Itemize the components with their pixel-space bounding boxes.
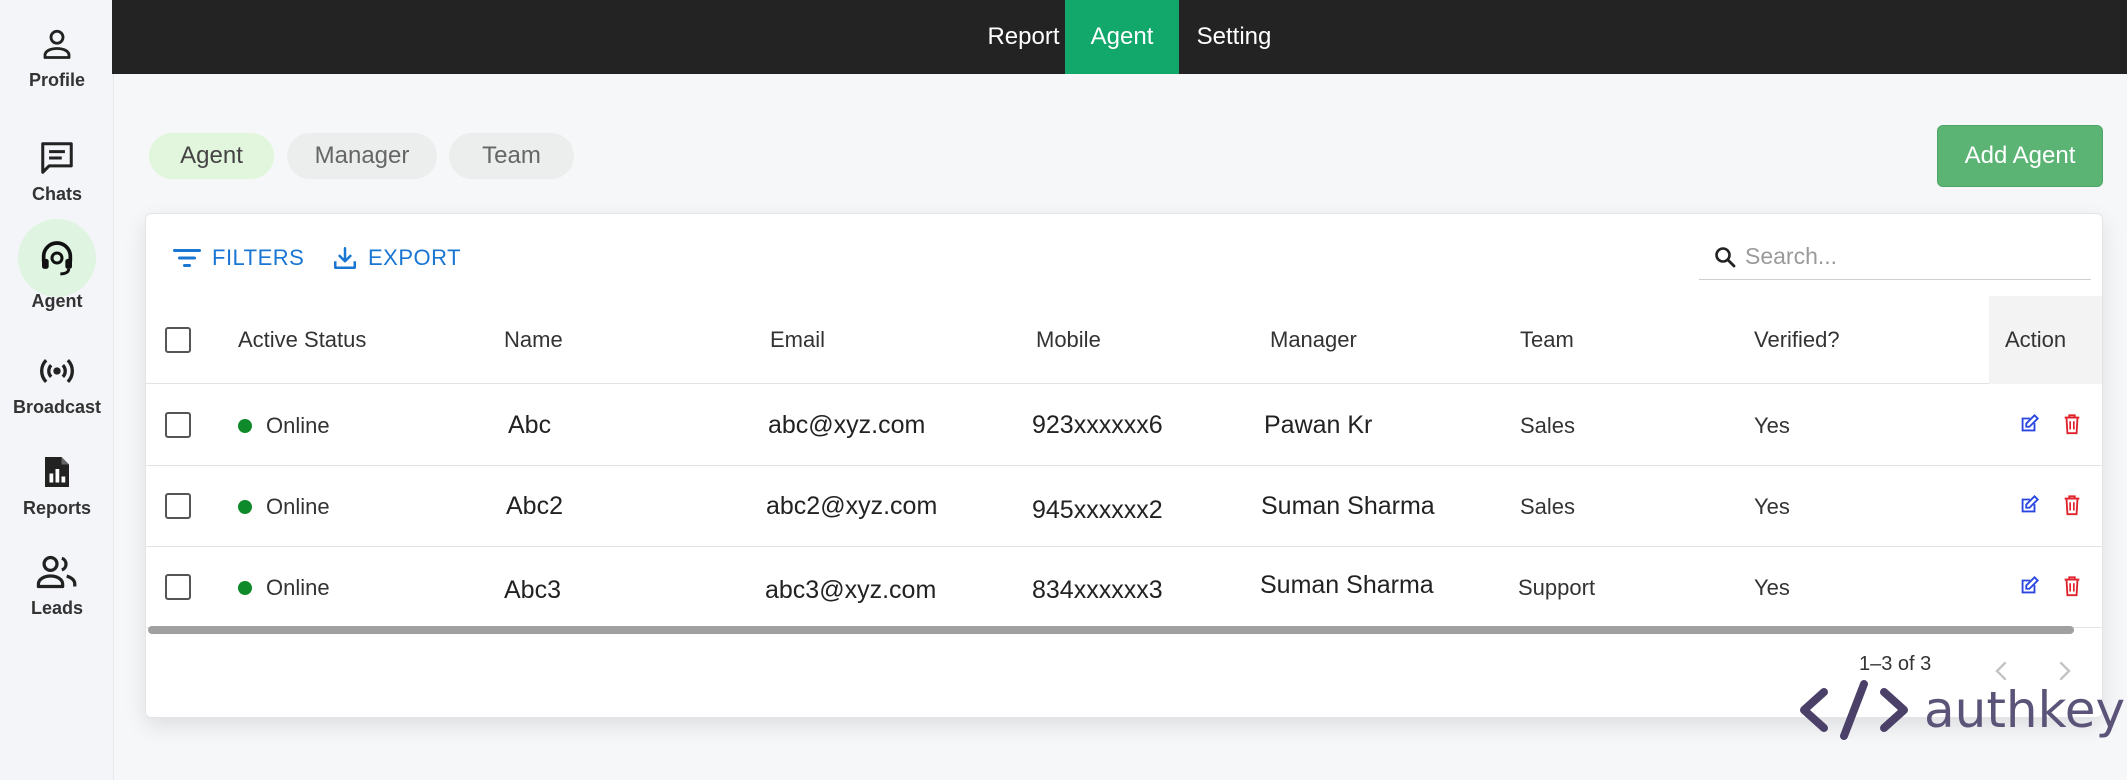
table-row: Online Abc2 abc2@xyz.com 945xxxxxx2 Suma… bbox=[146, 466, 2102, 547]
status-text: Online bbox=[266, 412, 330, 438]
column-header-active-status[interactable]: Active Status bbox=[238, 296, 366, 384]
verified-cell: Yes bbox=[1754, 574, 1790, 600]
status-text: Online bbox=[266, 493, 330, 519]
headset-icon bbox=[18, 219, 96, 297]
sidebar-item-label: Profile bbox=[28, 70, 85, 90]
export-button[interactable]: EXPORT bbox=[332, 240, 461, 276]
name-cell: Abc bbox=[508, 411, 552, 439]
sidebar-item-label: Chats bbox=[31, 184, 82, 204]
search-field bbox=[1699, 234, 2091, 280]
horizontal-scrollbar[interactable] bbox=[148, 626, 2074, 634]
sidebar-item-label: Reports bbox=[22, 498, 91, 518]
status-cell: Online bbox=[238, 385, 330, 466]
people-icon bbox=[33, 548, 81, 596]
previous-page-icon[interactable] bbox=[1993, 660, 2009, 682]
column-header-mobile[interactable]: Mobile bbox=[1036, 296, 1101, 384]
mobile-cell: 834xxxxxx3 bbox=[1032, 576, 1163, 604]
sidebar-item-broadcast[interactable]: Broadcast bbox=[0, 347, 114, 418]
row-checkbox[interactable] bbox=[165, 412, 191, 438]
sidebar-item-label: Broadcast bbox=[12, 397, 102, 417]
manager-cell: Suman Sharma bbox=[1260, 571, 1434, 599]
export-label: EXPORT bbox=[368, 245, 462, 270]
team-cell: Support bbox=[1518, 574, 1596, 600]
edit-icon[interactable] bbox=[2018, 575, 2040, 597]
sidebar-item-agent[interactable]: Agent bbox=[0, 219, 114, 312]
verified-cell: Yes bbox=[1754, 493, 1790, 519]
pagination-info: 1–3 of 3 bbox=[1859, 653, 1932, 675]
sidebar-item-chats[interactable]: Chats bbox=[0, 134, 114, 205]
online-status-dot bbox=[238, 418, 252, 433]
subtab-agent[interactable]: Agent bbox=[149, 133, 274, 179]
add-agent-button[interactable]: Add Agent bbox=[1937, 125, 2103, 187]
edit-icon[interactable] bbox=[2018, 413, 2040, 435]
person-icon bbox=[33, 20, 81, 68]
row-checkbox[interactable] bbox=[165, 574, 191, 600]
filters-label: FILTERS bbox=[212, 245, 305, 270]
download-icon bbox=[332, 245, 368, 271]
logo-text: authkey bbox=[1924, 681, 2126, 739]
online-status-dot bbox=[238, 580, 252, 595]
column-header-action: Action bbox=[1989, 296, 2102, 384]
code-brackets-icon bbox=[1798, 680, 1910, 740]
search-icon bbox=[1713, 245, 1737, 269]
delete-icon[interactable] bbox=[2062, 575, 2082, 597]
delete-icon[interactable] bbox=[2062, 494, 2082, 516]
name-cell: Abc2 bbox=[506, 492, 563, 520]
status-cell: Online bbox=[238, 466, 330, 547]
sidebar-item-reports[interactable]: Reports bbox=[0, 448, 114, 519]
select-all-checkbox[interactable] bbox=[165, 327, 191, 353]
subtab-team[interactable]: Team bbox=[449, 133, 574, 179]
column-header-name[interactable]: Name bbox=[504, 296, 563, 384]
mobile-cell: 945xxxxxx2 bbox=[1032, 496, 1163, 524]
tab-agent[interactable]: Agent bbox=[1065, 0, 1179, 74]
mobile-cell: 923xxxxxx6 bbox=[1032, 411, 1163, 439]
column-header-verified[interactable]: Verified? bbox=[1754, 296, 1840, 384]
delete-icon[interactable] bbox=[2062, 413, 2082, 435]
email-cell: abc@xyz.com bbox=[768, 411, 926, 439]
edit-icon[interactable] bbox=[2018, 494, 2040, 516]
agent-table-card: FILTERS EXPORT Active Status Name Email … bbox=[145, 213, 2103, 718]
next-page-icon[interactable] bbox=[2057, 660, 2073, 682]
row-checkbox[interactable] bbox=[165, 493, 191, 519]
sidebar: Profile Chats Agent Broadcast Reports Le… bbox=[0, 0, 114, 780]
online-status-dot bbox=[238, 499, 252, 514]
status-cell: Online bbox=[238, 547, 330, 628]
team-cell: Sales bbox=[1520, 493, 1576, 519]
filters-button[interactable]: FILTERS bbox=[172, 240, 304, 276]
chat-icon bbox=[33, 134, 81, 182]
search-input[interactable] bbox=[1745, 243, 2085, 270]
table-row: Online Abc abc@xyz.com 923xxxxxx6 Pawan … bbox=[146, 385, 2102, 466]
table-row: Online Abc3 abc3@xyz.com 834xxxxxx3 Suma… bbox=[146, 547, 2102, 628]
manager-cell: Pawan Kr bbox=[1264, 411, 1373, 439]
filter-icon bbox=[172, 245, 212, 271]
sidebar-item-label: Leads bbox=[30, 598, 84, 618]
top-nav: Report Agent Setting bbox=[112, 0, 2127, 74]
tab-setting[interactable]: Setting bbox=[1179, 0, 1289, 74]
name-cell: Abc3 bbox=[504, 576, 561, 604]
column-header-manager[interactable]: Manager bbox=[1270, 296, 1357, 384]
sidebar-item-leads[interactable]: Leads bbox=[0, 548, 114, 619]
sidebar-item-profile[interactable]: Profile bbox=[0, 20, 114, 91]
manager-cell: Suman Sharma bbox=[1261, 492, 1435, 520]
column-header-team[interactable]: Team bbox=[1520, 296, 1574, 384]
status-text: Online bbox=[266, 574, 330, 600]
team-cell: Sales bbox=[1520, 412, 1576, 438]
email-cell: abc3@xyz.com bbox=[765, 576, 937, 604]
report-icon bbox=[33, 448, 81, 496]
verified-cell: Yes bbox=[1754, 412, 1790, 438]
column-header-email[interactable]: Email bbox=[770, 296, 825, 384]
subtab-manager[interactable]: Manager bbox=[287, 133, 437, 179]
table-header: Active Status Name Email Mobile Manager … bbox=[146, 296, 2102, 384]
broadcast-icon bbox=[33, 347, 81, 395]
authkey-logo: authkey bbox=[1798, 680, 2125, 740]
sidebar-item-label: Agent bbox=[31, 291, 83, 311]
email-cell: abc2@xyz.com bbox=[766, 492, 938, 520]
